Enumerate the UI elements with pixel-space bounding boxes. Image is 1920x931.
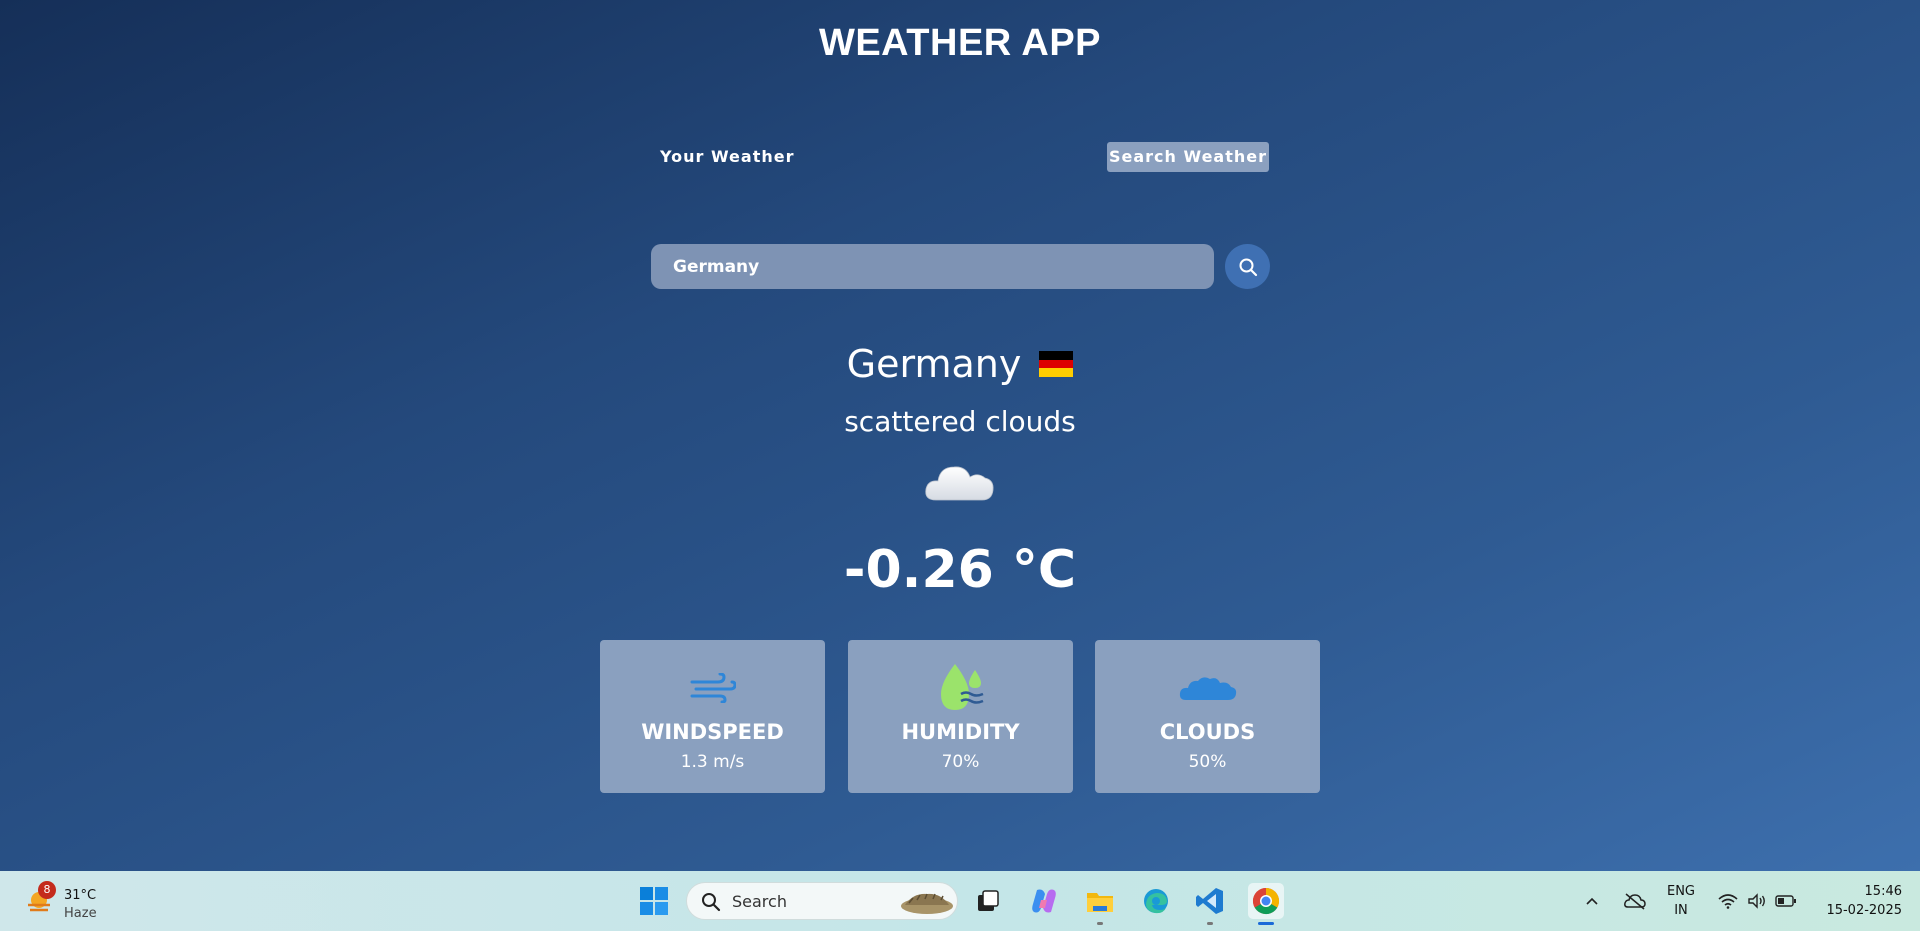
chrome-icon[interactable] [1248,883,1284,925]
humidity-icon [940,664,983,710]
tab-search-weather[interactable]: Search Weather [1107,142,1269,172]
weather-app: WEATHER APP Your Weather Search Weather … [0,0,1920,871]
humidity-label: HUMIDITY [901,720,1020,744]
edge-browser-icon[interactable] [1138,883,1174,919]
vscode-icon[interactable] [1192,883,1228,925]
cloud-icon [1179,677,1236,700]
onedrive-offline-icon[interactable] [1620,871,1650,931]
city-heading: Germany [0,342,1920,386]
widget-temperature: 31°C [64,888,97,903]
running-indicator [1207,922,1213,925]
city-name: Germany [846,342,1022,386]
notification-badge: 8 [38,881,56,899]
germany-flag-icon [1039,351,1074,378]
battery-icon[interactable] [1772,871,1800,931]
wifi-icon[interactable] [1714,871,1742,931]
weather-description: scattered clouds [844,405,1076,438]
taskbar-weather-widget[interactable]: 8 31°C Haze [22,879,112,923]
temperature: -0.26 °C [843,540,1077,600]
wind-icon [690,673,736,703]
windspeed-value: 1.3 m/s [680,752,745,772]
clouds-value: 50% [1188,752,1227,772]
taskbar-search-label: Search [732,892,787,911]
search-input[interactable] [651,244,1214,289]
language-code: ENG [1666,884,1695,899]
widget-condition: Haze [64,906,97,921]
running-indicator [1097,922,1103,925]
windspeed-label: WINDSPEED [641,720,784,744]
search-icon [1239,258,1257,276]
volume-icon[interactable] [1743,871,1771,931]
windspeed-card: WINDSPEED 1.3 m/s [600,640,825,793]
clouds-label: CLOUDS [1159,720,1256,744]
search-button[interactable] [1225,244,1270,289]
tab-your-weather[interactable]: Your Weather [660,142,796,172]
humidity-value: 70% [941,752,980,772]
show-hidden-icons-chevron-icon[interactable] [1580,871,1604,931]
search-icon [702,893,721,912]
clouds-card: CLOUDS 50% [1095,640,1320,793]
taskbar-search-box[interactable]: Search [686,882,958,920]
search-highlight-art-icon [901,893,953,914]
system-clock[interactable]: 15:46 15-02-2025 [1812,882,1902,920]
copilot-icon[interactable] [1026,883,1062,919]
humidity-card: HUMIDITY 70% [848,640,1073,793]
active-indicator [1258,922,1274,925]
taskbar: 8 31°C Haze Search ENG IN 15:46 15-02-20… [0,871,1920,931]
scattered-clouds-icon [925,466,994,501]
language-region: IN [1674,903,1688,918]
clock-time: 15:46 [1864,884,1902,899]
windows-start-icon[interactable] [638,885,670,917]
language-indicator[interactable]: ENG IN [1660,882,1702,920]
clock-date: 15-02-2025 [1826,903,1902,918]
app-title: WEATHER APP [818,22,1102,64]
task-view-icon[interactable] [970,883,1006,919]
file-explorer-icon[interactable] [1082,883,1118,925]
